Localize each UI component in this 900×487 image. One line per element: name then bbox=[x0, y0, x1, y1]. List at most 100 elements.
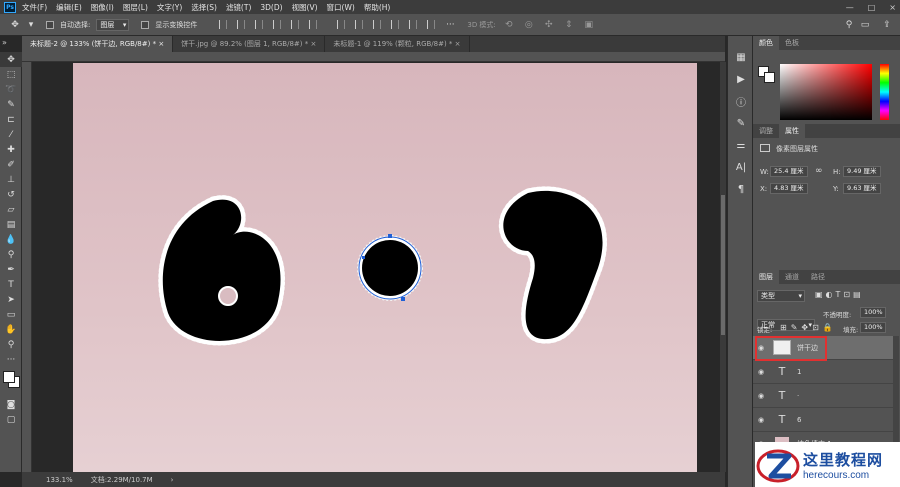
menu-type[interactable]: 文字(Y) bbox=[157, 2, 182, 13]
blur-tool-icon[interactable]: 💧 bbox=[0, 232, 22, 247]
rectangle-tool-icon[interactable]: ▭ bbox=[0, 307, 22, 322]
panel-bg-swatch[interactable] bbox=[764, 72, 775, 83]
minimize-button[interactable]: — bbox=[846, 3, 854, 12]
zoom-tool-icon[interactable]: ⚲ bbox=[0, 337, 22, 352]
tab-color[interactable]: 颜色 bbox=[753, 36, 779, 50]
quick-select-tool-icon[interactable]: ✎ bbox=[0, 97, 22, 112]
align-vcenter-icon[interactable] bbox=[237, 20, 246, 29]
layer-name[interactable]: 6 bbox=[797, 416, 801, 424]
paragraph-panel-icon[interactable]: ¶ bbox=[728, 178, 754, 200]
layer-row-text-dot[interactable]: ◉ T · bbox=[753, 384, 893, 408]
menu-select[interactable]: 选择(S) bbox=[191, 2, 217, 13]
move-tool-icon[interactable]: ✥ bbox=[0, 52, 22, 67]
move-tool-icon[interactable]: ✥ bbox=[8, 19, 22, 31]
x-input[interactable]: 4.83 厘米 bbox=[770, 183, 808, 194]
scrollbar-thumb[interactable] bbox=[721, 195, 725, 335]
tab-untitled-1[interactable]: 未标题-1 @ 119% (颗粒, RGB/8#) * × bbox=[325, 36, 470, 52]
distribute-hcenter-icon[interactable] bbox=[409, 20, 418, 29]
type-tool-icon[interactable]: T bbox=[0, 277, 22, 292]
gradient-tool-icon[interactable]: ▤ bbox=[0, 217, 22, 232]
tab-layers[interactable]: 图层 bbox=[753, 270, 779, 284]
height-input[interactable]: 9.49 厘米 bbox=[843, 166, 881, 177]
quick-mask-icon[interactable]: ◙ bbox=[0, 397, 22, 412]
eye-icon[interactable]: ◉ bbox=[753, 368, 769, 376]
tab-biscuit-jpg[interactable]: 饼干.jpg @ 89.2% (图层 1, RGB/8#) * × bbox=[173, 36, 326, 52]
lock-icons[interactable]: ⊞✎✥⊡🔒 bbox=[780, 323, 837, 332]
tab-adjustments[interactable]: 调整 bbox=[753, 124, 779, 138]
distribute-top-icon[interactable] bbox=[337, 20, 346, 29]
close-window-button[interactable]: × bbox=[889, 3, 896, 12]
align-right-icon[interactable] bbox=[309, 20, 318, 29]
menu-edit[interactable]: 编辑(E) bbox=[56, 2, 82, 13]
layer-name[interactable]: 1 bbox=[797, 368, 801, 376]
zoom-level[interactable]: 133.1% bbox=[46, 476, 73, 484]
layer-name[interactable]: · bbox=[797, 392, 799, 400]
hue-slider[interactable] bbox=[880, 64, 889, 120]
share-icon[interactable]: ⇪ bbox=[880, 19, 894, 31]
align-bottom-icon[interactable] bbox=[255, 20, 264, 29]
layers-scrollbar[interactable] bbox=[893, 336, 899, 446]
menu-view[interactable]: 视图(V) bbox=[292, 2, 318, 13]
tab-paths[interactable]: 路径 bbox=[805, 270, 831, 284]
3d-orbit-icon[interactable]: ⟲ bbox=[502, 19, 516, 31]
y-input[interactable]: 9.63 厘米 bbox=[843, 183, 881, 194]
menu-window[interactable]: 窗口(W) bbox=[327, 2, 355, 13]
dodge-tool-icon[interactable]: ⚲ bbox=[0, 247, 22, 262]
3d-pan-icon[interactable]: ✣ bbox=[542, 19, 556, 31]
tab-untitled-2[interactable]: 未标题-2 @ 133% (饼干边, RGB/8#) * × bbox=[22, 36, 174, 52]
distribute-vcenter-icon[interactable] bbox=[355, 20, 364, 29]
distribute-right-icon[interactable] bbox=[427, 20, 436, 29]
eraser-tool-icon[interactable]: ▱ bbox=[0, 202, 22, 217]
color-picker-field[interactable] bbox=[780, 64, 872, 120]
close-tab-icon[interactable]: × bbox=[455, 40, 461, 48]
distribute-left-icon[interactable] bbox=[391, 20, 400, 29]
show-transform-checkbox[interactable] bbox=[141, 20, 150, 29]
align-hcenter-icon[interactable] bbox=[291, 20, 300, 29]
eye-icon[interactable]: ◉ bbox=[753, 392, 769, 400]
eye-icon[interactable]: ◉ bbox=[753, 416, 769, 424]
chevron-down-icon[interactable]: ▾ bbox=[28, 19, 34, 31]
collapse-panels-icon[interactable]: » bbox=[2, 38, 7, 47]
auto-select-checkbox[interactable] bbox=[46, 20, 54, 29]
brush-tool-icon[interactable]: ✐ bbox=[0, 157, 22, 172]
distribute-bottom-icon[interactable] bbox=[373, 20, 382, 29]
align-left-icon[interactable] bbox=[273, 20, 282, 29]
tab-properties[interactable]: 属性 bbox=[779, 124, 805, 138]
menu-3d[interactable]: 3D(D) bbox=[260, 3, 282, 12]
history-panel-icon[interactable]: ▦ bbox=[728, 46, 754, 68]
align-top-icon[interactable] bbox=[219, 20, 228, 29]
close-tab-icon[interactable]: × bbox=[310, 40, 316, 48]
pen-tool-icon[interactable]: ✒ bbox=[0, 262, 22, 277]
menu-filter[interactable]: 滤镜(T) bbox=[226, 2, 251, 13]
lasso-tool-icon[interactable]: ➰ bbox=[0, 82, 22, 97]
layer-row-text-6[interactable]: ◉ T 6 bbox=[753, 408, 893, 432]
auto-select-dropdown[interactable]: 图层 bbox=[96, 18, 130, 31]
layer-filter-dropdown[interactable]: 类型 bbox=[757, 290, 805, 302]
eyedropper-tool-icon[interactable]: ⁄ bbox=[0, 127, 22, 142]
document-canvas[interactable] bbox=[73, 63, 697, 472]
clone-stamp-tool-icon[interactable]: ⊥ bbox=[0, 172, 22, 187]
menu-image[interactable]: 图像(I) bbox=[91, 2, 114, 13]
actions-panel-icon[interactable]: ▶ bbox=[728, 68, 754, 90]
menu-file[interactable]: 文件(F) bbox=[22, 2, 47, 13]
foreground-color-swatch[interactable] bbox=[3, 371, 15, 383]
search-icon[interactable]: ⚲ bbox=[842, 19, 856, 31]
fill-input[interactable]: 100% bbox=[860, 322, 886, 333]
link-dimensions-icon[interactable]: ∞ bbox=[815, 166, 823, 176]
width-input[interactable]: 25.4 厘米 bbox=[770, 166, 808, 177]
history-brush-tool-icon[interactable]: ↺ bbox=[0, 187, 22, 202]
menu-help[interactable]: 帮助(H) bbox=[364, 2, 391, 13]
healing-brush-tool-icon[interactable]: ✚ bbox=[0, 142, 22, 157]
character-panel-icon[interactable]: A| bbox=[728, 156, 754, 178]
edit-toolbar-icon[interactable]: ··· bbox=[0, 352, 22, 367]
more-options-icon[interactable]: ··· bbox=[443, 19, 457, 31]
maximize-button[interactable]: □ bbox=[868, 3, 876, 12]
opacity-input[interactable]: 100% bbox=[860, 307, 886, 318]
layer-row-text-1[interactable]: ◉ T 1 bbox=[753, 360, 893, 384]
3d-camera-icon[interactable]: ▣ bbox=[582, 19, 596, 31]
layer-filter-icons[interactable]: ▣◐T⊡▤ bbox=[815, 290, 864, 299]
workspace-icon[interactable]: ▭ bbox=[858, 19, 872, 31]
brush-settings-icon[interactable]: ✎ bbox=[728, 112, 754, 134]
path-select-tool-icon[interactable]: ➤ bbox=[0, 292, 22, 307]
close-tab-icon[interactable]: × bbox=[158, 40, 164, 48]
